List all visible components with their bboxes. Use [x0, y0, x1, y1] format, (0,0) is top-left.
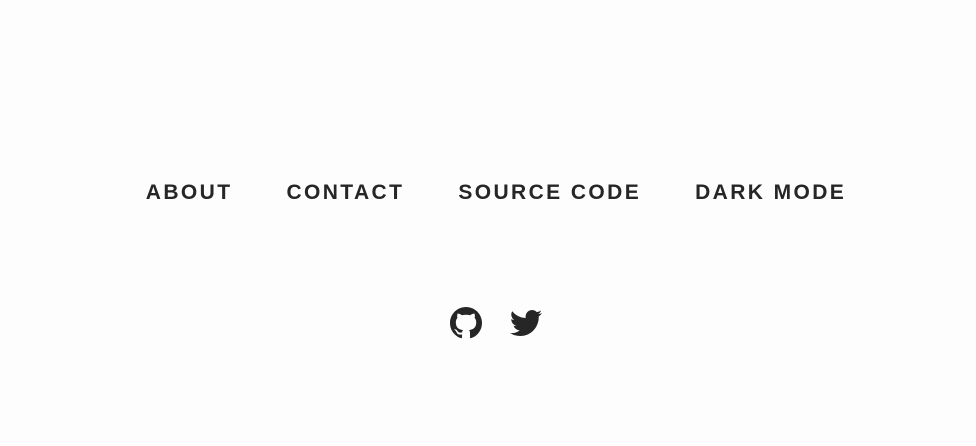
- twitter-icon: [510, 310, 542, 336]
- nav-link-about[interactable]: ABOUT: [146, 178, 233, 208]
- footer-nav: ABOUT CONTACT SOURCE CODE DARK MODE: [0, 178, 976, 208]
- github-icon: [450, 307, 482, 339]
- github-link[interactable]: [450, 307, 482, 339]
- site-footer: ABOUT CONTACT SOURCE CODE DARK MODE: [0, 0, 976, 446]
- nav-link-contact[interactable]: CONTACT: [286, 178, 404, 208]
- social-links: [0, 307, 976, 339]
- nav-link-dark-mode[interactable]: DARK MODE: [695, 178, 846, 208]
- nav-link-source-code[interactable]: SOURCE CODE: [458, 178, 641, 208]
- twitter-link[interactable]: [510, 307, 542, 339]
